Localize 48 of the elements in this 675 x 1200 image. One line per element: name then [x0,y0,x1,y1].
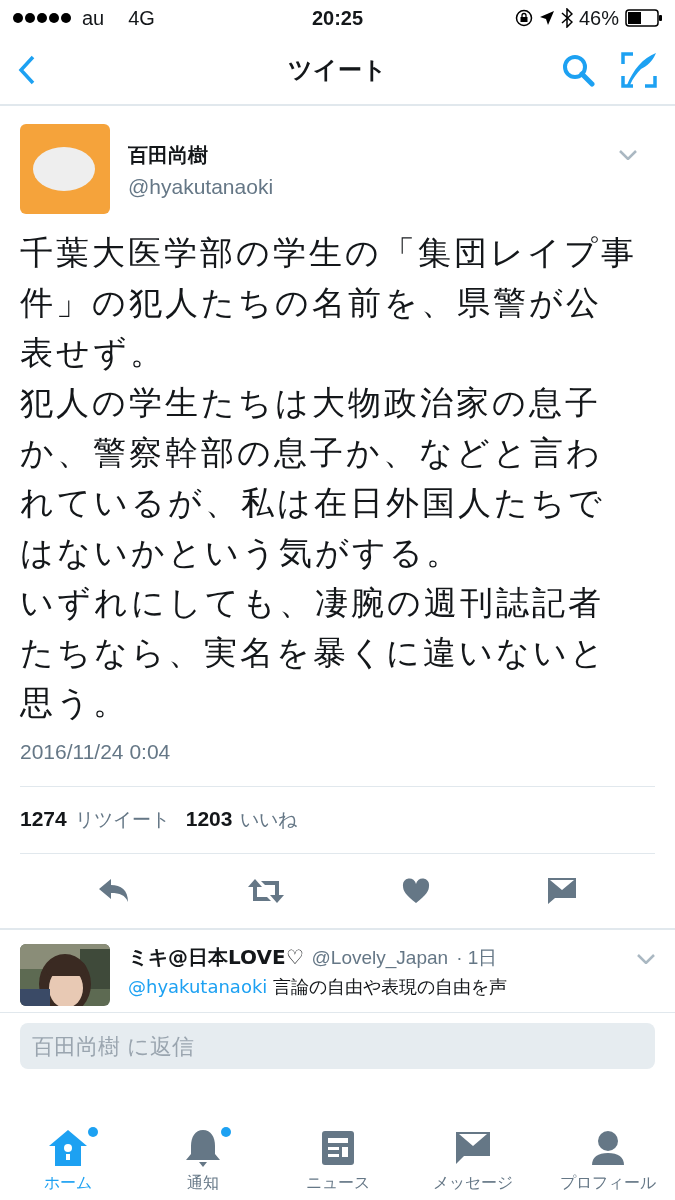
clock: 20:25 [311,6,364,30]
search-icon[interactable] [561,53,595,87]
reply-icon[interactable] [98,878,131,904]
battery-icon [625,9,663,27]
news-icon [320,1130,355,1166]
notification-dot [87,1127,98,1137]
tweet-text: いずれにしても、凄腕の週刊誌記者たちなら、実名を暴くに違いないと思う。 [20,582,608,724]
mention-link[interactable]: @hyakutanaoki [128,976,268,997]
back-icon[interactable] [18,55,36,85]
tab-item[interactable]: ホーム [2,1127,133,1194]
carrier-name: au [82,6,105,30]
chevron-down-icon[interactable] [619,150,637,160]
tweet-text: 千葉大医学部の学生の「集団レイプ事件」の犯人たちの名前を、県警が公表せず。 [20,232,637,374]
stat-count: 1203 [185,807,233,831]
tab-item[interactable]: ニュース [272,1127,403,1194]
reply-time: · 1日 [456,946,498,970]
person-icon [590,1130,625,1166]
page-title: ツイート [288,55,387,86]
retweet-icon[interactable] [247,878,286,904]
tab-item[interactable]: メッセージ [407,1127,538,1194]
tweet-timestamp: 2016/11/24 0:04 [20,740,655,787]
tweet-text: 犯人の学生たちは大物政治家の息子か、警察幹部の息子か、などと言われているが、私は在日外国人たちではないかという気がする。 [20,382,606,574]
location-icon [538,10,555,26]
network-type: 4G [128,6,155,30]
bell-icon [184,1128,221,1168]
user-handle[interactable]: @hyakutanaoki [128,175,274,199]
home-icon [47,1128,88,1168]
stat-label: リツイート [74,807,170,832]
signal-icon [12,12,72,24]
message-icon[interactable] [546,877,577,905]
stat-count: 1274 [20,807,67,831]
reply-text: @hyakutanaoki 言論の自由や表現の自由を声 [128,975,509,999]
heart-icon[interactable] [401,878,430,904]
egg-avatar[interactable] [20,124,110,214]
rotation-lock-icon [514,9,533,27]
compose-icon[interactable] [621,52,657,88]
user-name[interactable]: ミキ@日本LOVE♡ [128,944,304,971]
message-icon [454,1131,491,1165]
tab-item[interactable]: プロフィール [542,1127,673,1194]
bluetooth-icon [560,8,573,28]
user-name[interactable]: 百田尚樹 [128,142,274,169]
tab-item[interactable]: 通知 [137,1127,268,1194]
battery-percent: 46% [578,6,619,30]
chevron-down-icon[interactable] [637,954,655,964]
stat-label: いいね [240,807,298,832]
reply-field[interactable]: 百田尚樹 に返信 [20,1023,655,1069]
user-handle[interactable]: @Lovely_Japan [311,947,449,969]
notification-dot [220,1127,231,1137]
